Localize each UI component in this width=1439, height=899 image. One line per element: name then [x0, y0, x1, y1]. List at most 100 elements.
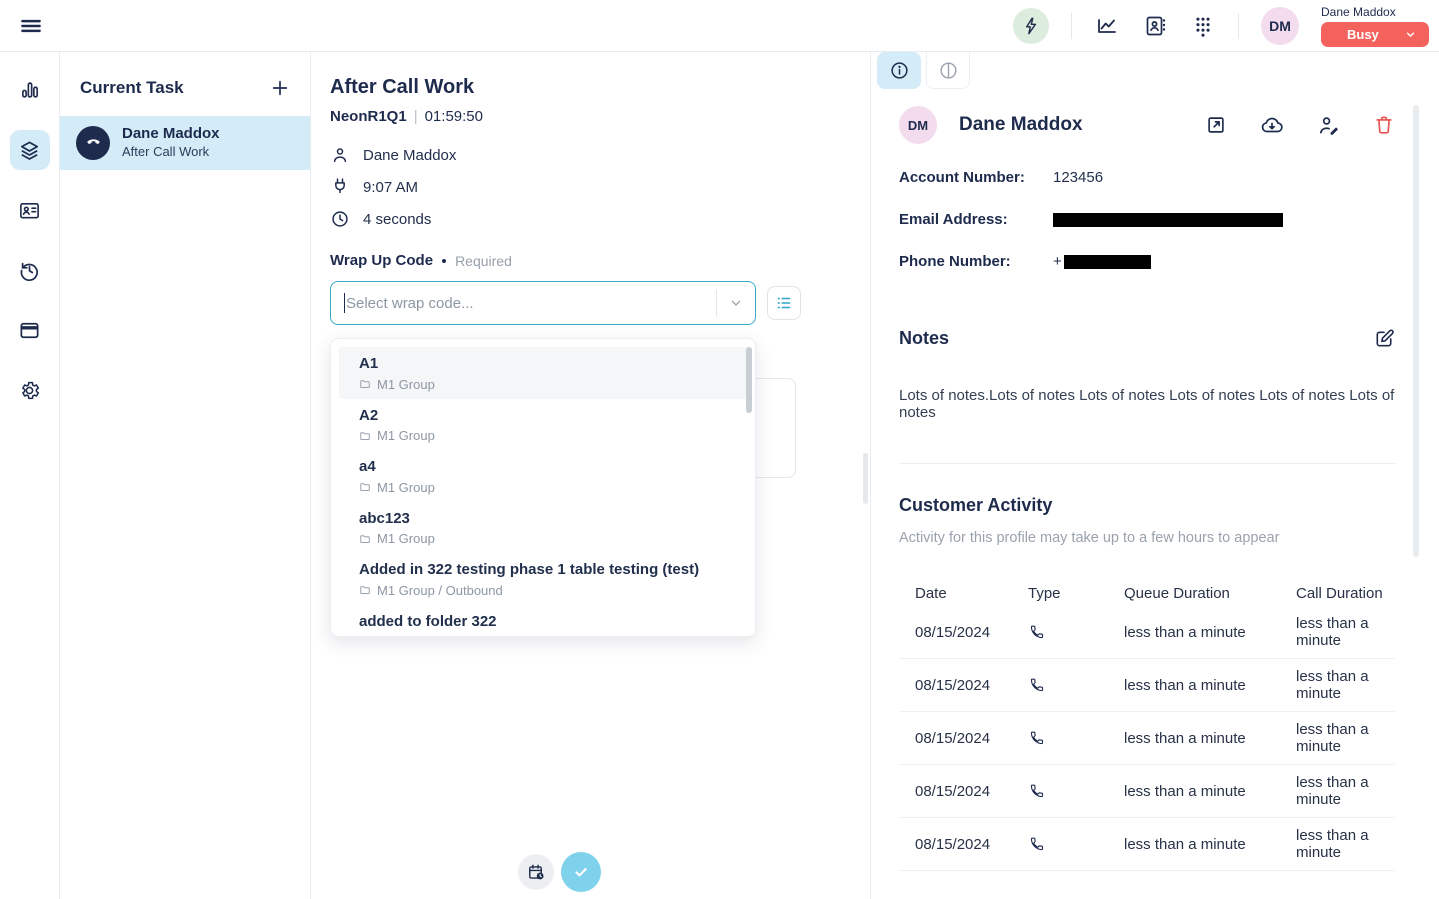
wrap-up-label-row: Wrap Up Code Required [330, 252, 870, 269]
wrap-code-option[interactable]: Added in 322 testing phase 1 table testi… [339, 553, 747, 605]
task-detail-title: After Call Work [330, 76, 870, 99]
profile-name: Dane Maddox [959, 114, 1083, 136]
bullet-dot [442, 259, 446, 263]
wrap-code-option[interactable]: A2 M1 Group [339, 399, 747, 451]
call-duration: less than a minute [1296, 721, 1395, 755]
field-value: + [1053, 253, 1151, 270]
start-time: 9:07 AM [363, 179, 418, 196]
wrap-code-select[interactable] [330, 281, 756, 325]
field-phone: Phone Number: + [899, 253, 1439, 270]
complete-task-button[interactable] [561, 852, 601, 892]
task-item-text: Dane Maddox After Call Work [122, 125, 220, 161]
activity-row[interactable]: 08/15/2024 less than a minute less than … [899, 818, 1395, 871]
open-in-new-icon[interactable] [1204, 113, 1228, 137]
activity-row[interactable]: 08/15/2024 less than a minute less than … [899, 659, 1395, 712]
field-label: Account Number: [899, 169, 1053, 186]
header-divider [1238, 13, 1239, 39]
person-edit-icon[interactable] [1316, 113, 1340, 137]
current-task-title: Current Task [80, 78, 184, 98]
browse-codes-list-icon[interactable] [767, 286, 801, 320]
user-avatar[interactable]: DM [1261, 7, 1299, 45]
split-circle-icon [938, 60, 959, 81]
analytics-icon[interactable] [10, 70, 50, 110]
activity-table-header: Date Type Queue Duration Call Duration [899, 581, 1395, 606]
queue-duration: less than a minute [1124, 836, 1296, 853]
option-group-text: M1 Group [377, 480, 435, 495]
separator: | [414, 108, 418, 125]
queue-timer: NeonR1Q1 | 01:59:50 [330, 108, 870, 125]
tab-split-view[interactable] [926, 52, 970, 89]
flash-icon[interactable] [1013, 8, 1049, 44]
calendar-clock-icon [527, 863, 546, 882]
phone-call-icon [1028, 623, 1124, 641]
profile-actions [1204, 113, 1396, 137]
settings-gear-icon[interactable] [10, 370, 50, 410]
add-task-icon[interactable] [268, 76, 292, 100]
start-time-row: 9:07 AM [330, 177, 870, 197]
phone-avatar-icon [76, 126, 110, 160]
chevron-down-icon[interactable] [717, 295, 755, 311]
cloud-download-icon[interactable] [1260, 113, 1284, 137]
panel-scrollbar[interactable] [863, 453, 868, 504]
queue-duration: less than a minute [1124, 677, 1296, 694]
option-group: M1 Group / Outbound [359, 634, 735, 637]
notes-body: Lots of notes.Lots of notes Lots of note… [899, 387, 1439, 421]
folder-icon [359, 481, 371, 493]
history-icon[interactable] [10, 250, 50, 290]
redaction-bar [1053, 213, 1283, 227]
contacts-book-icon[interactable] [1142, 13, 1168, 39]
option-group: M1 Group [359, 428, 735, 443]
status-dropdown[interactable]: Busy [1321, 22, 1429, 47]
clock-icon [330, 209, 350, 229]
top-bar: DM Dane Maddox Busy [0, 0, 1439, 52]
activity-date: 08/15/2024 [899, 677, 1028, 694]
queue-duration: less than a minute [1124, 624, 1296, 641]
phone-call-icon [1028, 729, 1124, 747]
line-chart-icon[interactable] [1094, 13, 1120, 39]
tab-info[interactable] [877, 52, 921, 89]
wrap-up-label: Wrap Up Code [330, 252, 433, 269]
person-icon [330, 145, 350, 165]
browser-icon[interactable] [10, 310, 50, 350]
folder-icon [359, 636, 371, 638]
activity-row[interactable]: 08/15/2024 less than a minute less than … [899, 712, 1395, 765]
profile-avatar: DM [899, 106, 937, 144]
dropdown-scrollbar[interactable] [746, 347, 752, 413]
call-duration: less than a minute [1296, 668, 1395, 702]
wrap-code-input[interactable] [346, 295, 716, 312]
wrap-code-option[interactable]: abc123 M1 Group [339, 502, 747, 554]
option-name: added to folder 322 [359, 612, 735, 632]
task-list-item[interactable]: Dane Maddox After Call Work [60, 116, 310, 170]
customer-activity-title: Customer Activity [899, 495, 1439, 516]
folder-icon [359, 378, 371, 390]
schedule-callback-button[interactable] [518, 854, 554, 890]
dialpad-icon[interactable] [1190, 13, 1216, 39]
plug-icon [330, 177, 350, 197]
acw-actions [518, 852, 601, 892]
profile-tabs [877, 52, 1439, 89]
menu-icon[interactable] [16, 11, 46, 41]
trash-icon[interactable] [1372, 113, 1396, 137]
activity-row[interactable]: 08/15/2024 less than a minute less than … [899, 765, 1395, 818]
wrap-code-option[interactable]: added to folder 322 M1 Group / Outbound [339, 605, 747, 638]
redaction-bar [1064, 255, 1151, 269]
activity-row[interactable]: 08/15/2024 less than a minute less than … [899, 606, 1395, 659]
call-duration: less than a minute [1296, 615, 1395, 649]
contact-card-icon[interactable] [10, 190, 50, 230]
field-value: 123456 [1053, 169, 1103, 186]
task-type: After Call Work [122, 144, 220, 161]
tasks-layers-icon[interactable] [10, 130, 50, 170]
folder-icon [359, 584, 371, 596]
wrap-code-dropdown: A1 M1 Group A2 M1 Group a4 [330, 338, 756, 637]
section-divider [899, 463, 1396, 464]
notes-header: Notes [899, 326, 1439, 350]
field-label: Email Address: [899, 211, 1053, 228]
panel-scrollbar[interactable] [1413, 105, 1419, 557]
option-group: M1 Group [359, 531, 735, 546]
customer-profile-panel: DM Dane Maddox [871, 52, 1439, 899]
wrap-code-option[interactable]: A1 M1 Group [339, 347, 747, 399]
edit-notes-icon[interactable] [1372, 326, 1396, 350]
option-name: A1 [359, 354, 735, 374]
wrap-code-option[interactable]: a4 M1 Group [339, 450, 747, 502]
main-layout: Current Task Dane Maddox After Call Work… [0, 52, 1439, 899]
